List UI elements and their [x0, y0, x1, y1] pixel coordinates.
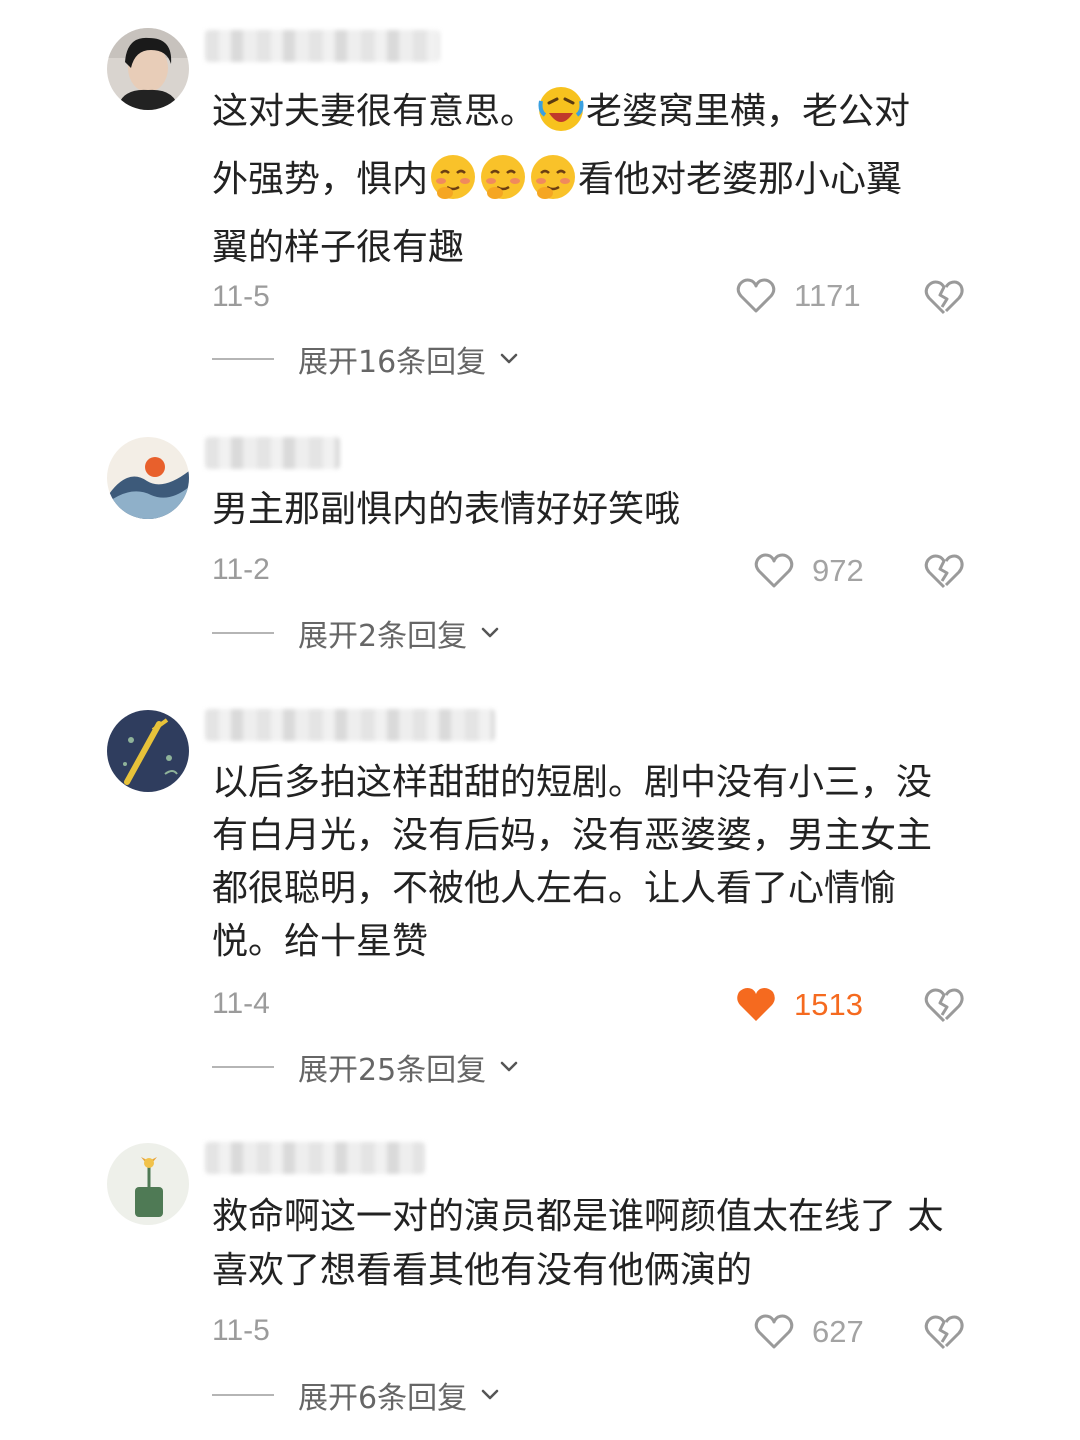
comment-text-segment: 老婆窝里横，老公对	[586, 91, 911, 132]
like-count: 1171	[794, 278, 861, 313]
avatar[interactable]	[107, 1143, 189, 1225]
comment-text-segment: 以后多拍这样甜甜的短剧。剧中没有小三，没	[212, 762, 933, 803]
divider	[212, 1394, 274, 1396]
comment-text-segment: 都很聪明，不被他人左右。让人看了心情愉	[212, 868, 897, 909]
avatar[interactable]	[107, 710, 189, 792]
comment-text-segment: 有白月光，没有后妈，没有恶婆婆，男主女主	[212, 815, 933, 856]
heart-outline-icon	[736, 278, 776, 313]
comment-text-segment: 外强势，惧内	[212, 159, 429, 200]
heart-outline-icon	[754, 553, 794, 588]
shy-face-emoji	[529, 153, 577, 201]
like-button[interactable]: 1513	[736, 985, 863, 1025]
comment-text-segment: 悦。给十星赞	[212, 921, 429, 962]
like-count: 627	[812, 1314, 864, 1349]
chevron-down-icon	[500, 1061, 518, 1072]
comment-text-segment: 救命啊这一对的演员都是谁啊颜值太在线了 太	[212, 1196, 944, 1237]
like-button[interactable]: 1171	[736, 276, 861, 316]
shy-face-emoji	[429, 153, 477, 201]
divider	[212, 632, 274, 634]
heart-filled-icon	[737, 988, 775, 1021]
comment-text-segment: 看他对老婆那小心翼	[578, 159, 903, 200]
dislike-button[interactable]	[922, 549, 966, 593]
expand-replies-button[interactable]: 展开2条回复	[212, 613, 501, 654]
broken-heart-icon	[924, 280, 964, 315]
broken-heart-icon	[924, 988, 964, 1023]
username-blurred[interactable]	[205, 437, 340, 469]
divider	[212, 1066, 274, 1068]
heart-outline-icon	[754, 1314, 794, 1349]
dislike-button[interactable]	[922, 983, 966, 1027]
comment-date: 11-5	[212, 1314, 270, 1347]
comment-date: 11-4	[212, 987, 270, 1020]
broken-heart-icon	[924, 1315, 964, 1350]
dislike-button[interactable]	[922, 275, 966, 319]
comment-text: 这对夫妻很有意思。 老婆窝里横，老公对 外强势，惧内 看他对老婆那小心翼 翼的样子很…	[212, 78, 972, 282]
comment-text-segment: 喜欢了想看看其他有没有他俩演的	[212, 1250, 753, 1291]
comment-text-segment: 翼的样子很有趣	[212, 227, 465, 268]
shy-face-emoji	[479, 153, 527, 201]
expand-replies-label: 展开16条回复	[298, 345, 487, 380]
comment-text: 以后多拍这样甜甜的短剧。剧中没有小三，没 有白月光，没有后妈，没有恶婆婆，男主女…	[212, 756, 972, 968]
like-button[interactable]: 972	[754, 551, 864, 591]
comment-text-segment: 这对夫妻很有意思。	[212, 91, 537, 132]
comment-date: 11-5	[212, 280, 270, 313]
chevron-down-icon	[481, 1389, 499, 1400]
username-blurred[interactable]	[205, 709, 495, 741]
expand-replies-button[interactable]: 展开16条回复	[212, 339, 520, 380]
avatar[interactable]	[107, 437, 189, 519]
comment-date: 11-2	[212, 553, 270, 586]
divider	[212, 358, 274, 360]
comment-text: 救命啊这一对的演员都是谁啊颜值太在线了 太 喜欢了想看看其他有没有他俩演的	[212, 1190, 972, 1298]
expand-replies-label: 展开2条回复	[298, 619, 468, 654]
laughing-crying-face-emoji	[537, 85, 585, 133]
dislike-button[interactable]	[922, 1310, 966, 1354]
like-count: 1513	[794, 987, 863, 1022]
comment-text-segment: 男主那副惧内的表情好好笑哦	[212, 489, 681, 530]
avatar[interactable]	[107, 28, 189, 110]
chevron-down-icon	[481, 627, 499, 638]
comment-text: 男主那副惧内的表情好好笑哦	[212, 484, 972, 536]
expand-replies-button[interactable]: 展开25条回复	[212, 1047, 520, 1088]
username-blurred[interactable]	[205, 1142, 425, 1174]
username-blurred[interactable]	[205, 30, 440, 62]
broken-heart-icon	[924, 554, 964, 589]
like-button[interactable]: 627	[754, 1312, 864, 1352]
expand-replies-label: 展开25条回复	[298, 1053, 487, 1088]
chevron-down-icon	[500, 353, 518, 364]
expand-replies-label: 展开6条回复	[298, 1381, 468, 1416]
like-count: 972	[812, 553, 864, 588]
expand-replies-button[interactable]: 展开6条回复	[212, 1375, 501, 1416]
